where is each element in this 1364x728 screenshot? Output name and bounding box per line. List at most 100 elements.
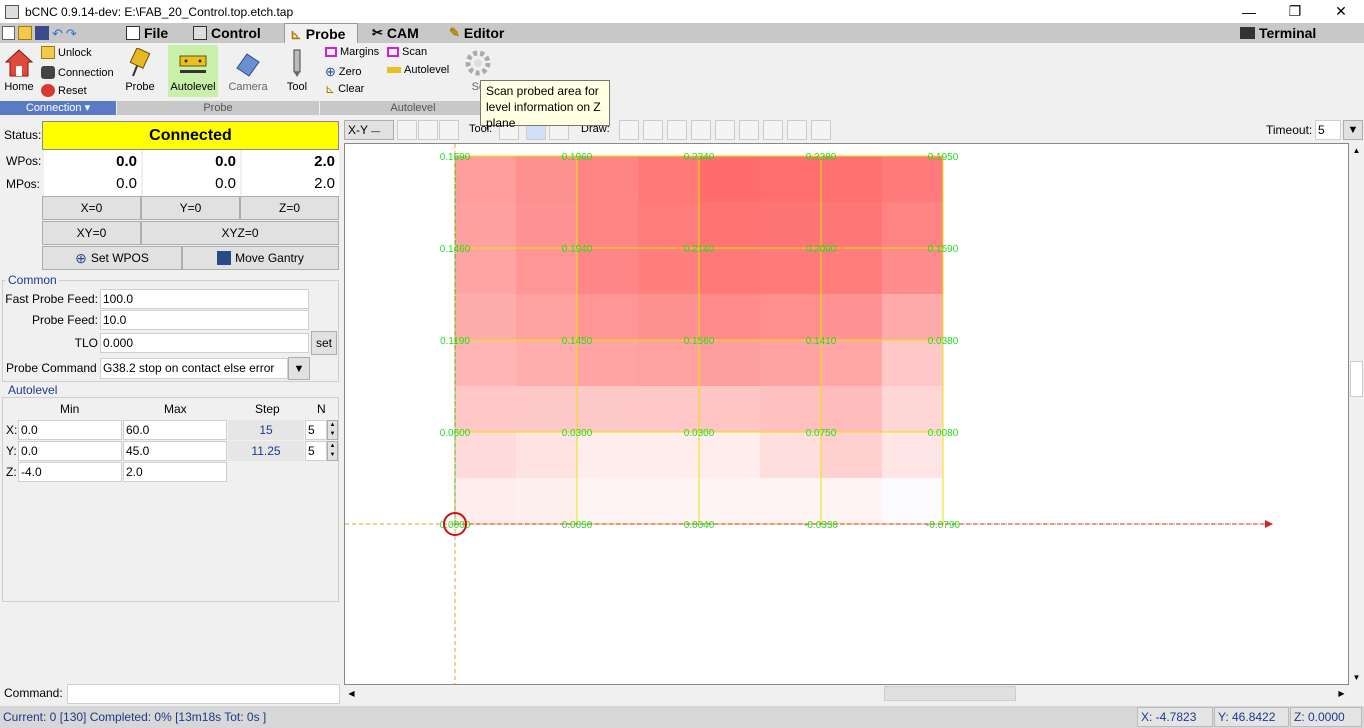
zero-xy-button[interactable]: XY=0: [42, 221, 141, 245]
heat-cell: [699, 478, 761, 525]
set-wpos-button[interactable]: ⊕ Set WPOS: [42, 246, 182, 270]
save-icon[interactable]: [35, 26, 49, 40]
camera-icon: [236, 53, 260, 77]
zoom-fit-icon[interactable]: [439, 120, 459, 140]
x-min-input[interactable]: 0.0: [18, 420, 122, 440]
tab-cam[interactable]: ✂ CAM: [372, 23, 419, 43]
close-button[interactable]: ✕: [1318, 0, 1364, 23]
horizontal-scroll-thumb[interactable]: [884, 686, 1016, 701]
zero-x-button[interactable]: X=0: [42, 196, 141, 220]
restore-button[interactable]: ❐: [1272, 0, 1318, 23]
probe-feed-input[interactable]: 10.0: [100, 310, 309, 330]
probe-value-label: 0.0040: [684, 520, 715, 531]
fast-probe-feed-label: Fast Probe Feed:: [5, 292, 98, 306]
scroll-left-icon[interactable]: ◀: [344, 685, 359, 702]
tab-editor[interactable]: ✎ Editor: [449, 23, 504, 43]
minimize-button[interactable]: —: [1226, 0, 1272, 23]
zoom-out-icon[interactable]: [418, 120, 438, 140]
horizontal-scrollbar[interactable]: ◀ ▶: [344, 685, 1349, 702]
probe-toggle-icon[interactable]: [691, 120, 711, 140]
probe-command-dropdown-button[interactable]: ▼: [288, 357, 310, 380]
connection-group-label[interactable]: Connection ▾: [0, 101, 116, 115]
clear-button[interactable]: ⊾ Clear: [325, 82, 364, 96]
status-value: Connected: [42, 121, 339, 150]
reset-button[interactable]: Reset: [41, 84, 87, 97]
zero-z-button[interactable]: Z=0: [240, 196, 339, 220]
z-max-input[interactable]: 2.0: [123, 462, 227, 482]
tab-control[interactable]: Control: [193, 23, 261, 43]
margins-toggle-icon[interactable]: [667, 120, 687, 140]
probe-icon: [129, 48, 151, 77]
y-row-label: Y:: [6, 444, 17, 458]
y-n-input[interactable]: 5: [305, 441, 327, 461]
heat-cell: [882, 202, 944, 249]
view-select[interactable]: X-Y —: [344, 120, 394, 140]
move-gantry-button[interactable]: Move Gantry: [182, 246, 339, 270]
open-file-icon[interactable]: [18, 26, 32, 40]
connection-button[interactable]: Connection: [41, 66, 114, 79]
tlo-input[interactable]: 0.000: [100, 333, 309, 353]
camera-toggle-icon[interactable]: [787, 120, 807, 140]
status-y: Y: 46.8422: [1214, 707, 1289, 727]
zero-y-button[interactable]: Y=0: [141, 196, 240, 220]
margins-button[interactable]: Margins: [325, 46, 379, 58]
set-wpos-label: Set WPOS: [90, 251, 149, 265]
scan-margins-button[interactable]: Scan: [387, 46, 427, 58]
rapid-icon[interactable]: [739, 120, 759, 140]
tab-probe[interactable]: ⊾ Probe: [284, 23, 358, 44]
tab-file[interactable]: File: [126, 23, 168, 43]
unlock-button[interactable]: Unlock: [41, 46, 92, 59]
redo-icon[interactable]: ↷: [66, 26, 77, 42]
tlo-set-button[interactable]: set: [311, 331, 337, 355]
x-n-spinner[interactable]: ▲ ▼: [327, 420, 338, 440]
z-min-input[interactable]: -4.0: [18, 462, 122, 482]
axes-icon[interactable]: [619, 120, 639, 140]
max-header: Max: [164, 402, 187, 416]
heat-cell: [760, 202, 822, 249]
heat-cell: [699, 386, 761, 433]
camera-button[interactable]: Camera: [228, 48, 268, 93]
heat-cell: [577, 294, 639, 341]
y-n-spinner[interactable]: ▲ ▼: [327, 441, 338, 461]
grid-icon[interactable]: [643, 120, 663, 140]
probe-command-select[interactable]: G38.2 stop on contact else error: [100, 358, 288, 379]
autolevel-button[interactable]: Autolevel: [168, 45, 218, 97]
heat-cell: [882, 294, 944, 341]
probe-button[interactable]: Probe: [124, 48, 156, 93]
timeout-dropdown-button[interactable]: ▼: [1343, 120, 1363, 140]
redraw-icon[interactable]: [811, 120, 831, 140]
heat-cell: [760, 386, 822, 433]
clear-icon: ⊾: [325, 82, 336, 96]
tab-terminal[interactable]: Terminal: [1240, 23, 1316, 43]
command-input[interactable]: [67, 684, 340, 704]
gear-icon: [465, 50, 491, 76]
home-button[interactable]: Home: [3, 48, 35, 93]
scroll-right-icon[interactable]: ▶: [1334, 685, 1349, 702]
heat-cell: [699, 294, 761, 341]
x-n-input[interactable]: 5: [305, 420, 327, 440]
x-max-input[interactable]: 60.0: [123, 420, 227, 440]
new-file-icon[interactable]: [2, 26, 15, 40]
gcode-canvas[interactable]: 0.1590 0.1960 0.2340 0.2280 0.1950 0.1460 0.19…: [344, 143, 1349, 685]
paths-icon[interactable]: [715, 120, 735, 140]
y-max-input[interactable]: 45.0: [123, 441, 227, 461]
vertical-scrollbar[interactable]: ▲ ▼: [1349, 143, 1364, 685]
tool-button[interactable]: Tool: [283, 48, 311, 93]
scroll-up-icon[interactable]: ▲: [1349, 143, 1364, 158]
zero-button[interactable]: ⊕ Zero: [325, 64, 362, 80]
heat-cell: [577, 202, 639, 249]
zoom-in-icon[interactable]: [397, 120, 417, 140]
probe-value-label: 0.0380: [928, 336, 959, 347]
timeout-input[interactable]: 5: [1315, 120, 1341, 140]
autolevel-small-button[interactable]: Autolevel: [387, 64, 449, 76]
heat-cell: [760, 478, 822, 525]
undo-icon[interactable]: ↶: [52, 26, 63, 42]
scroll-down-icon[interactable]: ▼: [1349, 670, 1364, 685]
zero-xyz-button[interactable]: XYZ=0: [141, 221, 339, 245]
vertical-scroll-thumb[interactable]: [1350, 361, 1363, 397]
y-min-input[interactable]: 0.0: [18, 441, 122, 461]
probe-value-label: 0.2090: [806, 244, 837, 255]
fast-probe-feed-input[interactable]: 100.0: [100, 289, 309, 309]
min-header: Min: [60, 402, 80, 416]
workarea-icon[interactable]: [763, 120, 783, 140]
